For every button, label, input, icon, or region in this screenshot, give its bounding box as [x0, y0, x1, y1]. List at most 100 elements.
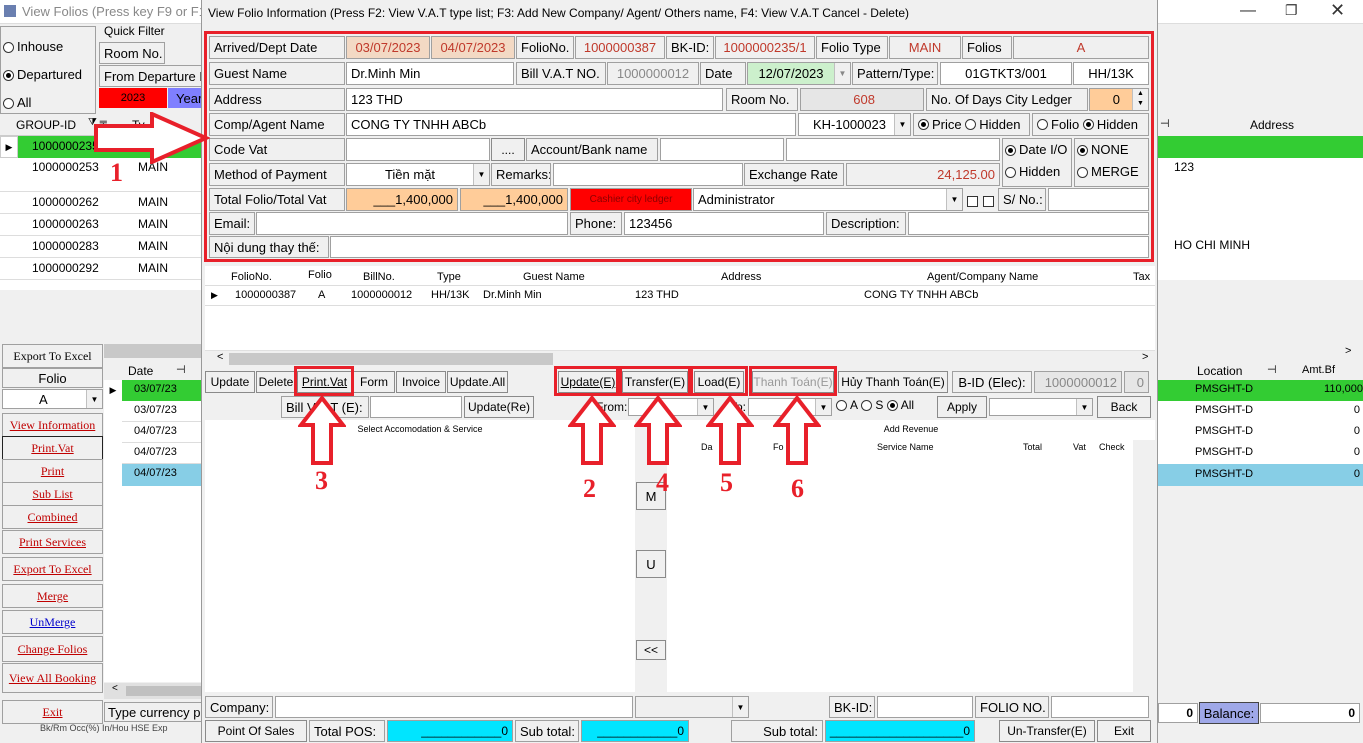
year-value[interactable]: 2023	[99, 88, 167, 108]
huy-thanh-toan-button[interactable]: Hủy Thanh Toán(E)	[838, 371, 948, 393]
move-left-button[interactable]: <<	[636, 640, 666, 660]
print-button[interactable]: Print	[2, 459, 103, 483]
col-address: Address	[721, 271, 762, 283]
row-date: 03/07/23	[122, 380, 204, 401]
table-row[interactable]: ▶ 1000000387 A 1000000012 HH/13K Dr.Minh…	[205, 286, 1155, 306]
col-group-id: GROUP-ID	[16, 118, 76, 132]
lower-grid-band	[104, 344, 204, 358]
row-type: MAIN	[138, 195, 168, 209]
total-pos-label: Total POS:	[309, 720, 385, 742]
from-departure-label: From Departure D	[99, 65, 203, 87]
view-information-button[interactable]: View Information	[2, 413, 103, 437]
sub-list-button[interactable]: Sub List	[2, 482, 103, 506]
radio-departured[interactable]: Departured	[3, 67, 82, 82]
row-pointer-icon: ▶	[0, 136, 18, 158]
bkid-bottom-field[interactable]	[877, 696, 973, 718]
col-amt-bf: Amt.Bf	[1302, 364, 1336, 376]
radio-a[interactable]	[836, 400, 847, 412]
col-total: Total	[1023, 442, 1043, 452]
invoice-button[interactable]: Invoice	[396, 371, 446, 393]
table-row[interactable]: 1000000292 MAIN	[0, 258, 204, 280]
change-folios-button[interactable]: Change Folios	[2, 636, 103, 662]
update-re-button[interactable]: Update(Re)	[464, 396, 534, 418]
update-button[interactable]: Update	[205, 371, 255, 393]
bid-elec-label: B-ID (Elec):	[952, 371, 1032, 393]
row-date: 03/07/23	[122, 401, 204, 422]
delete-button[interactable]: Delete	[256, 371, 296, 393]
exit-left-button[interactable]: Exit	[2, 700, 103, 724]
col-location: Location	[1197, 364, 1243, 378]
exit-button[interactable]: Exit	[1097, 720, 1151, 742]
u-button[interactable]: U	[636, 550, 666, 578]
radio-all-opt[interactable]	[886, 400, 898, 412]
unmerge-button[interactable]: UnMerge	[2, 610, 103, 634]
h-scrollbar[interactable]: <	[104, 683, 204, 699]
scroll-left-icon[interactable]: <	[112, 683, 118, 694]
folio-label: Folio	[2, 368, 103, 388]
back-button[interactable]: Back	[1097, 396, 1151, 418]
form-button[interactable]: Form	[353, 371, 395, 393]
update-all-button[interactable]: Update.All	[447, 371, 508, 393]
radio-inhouse[interactable]: Inhouse	[3, 39, 63, 54]
folio-grid-scrollbar[interactable]: < >	[205, 351, 1155, 367]
export-excel-button[interactable]: Export To Excel	[2, 557, 103, 581]
minimize-icon[interactable]: —	[1240, 2, 1256, 20]
group-rows: 1000000253 MAIN 1000000262 MAIN 1000000263…	[0, 158, 204, 290]
bid-elec-value-2: 0	[1124, 371, 1149, 393]
row-amt: 0	[1353, 468, 1360, 480]
radio-all[interactable]: All	[3, 95, 31, 110]
company-field[interactable]	[275, 696, 633, 718]
highlight-thanh-toan	[749, 366, 837, 396]
export-excel-top-button[interactable]: Export To Excel	[2, 344, 103, 368]
date-column: ▶ 03/07/23 03/07/23 04/07/23 04/07/23 04…	[104, 380, 204, 486]
close-icon[interactable]: ✕	[1330, 0, 1345, 21]
balance-left-value: 0	[1158, 703, 1198, 723]
bill-vat-e-field[interactable]	[370, 396, 462, 418]
col-folio-no: FolioNo.	[231, 271, 272, 283]
row-location: PMSGHT-D	[1195, 446, 1254, 458]
un-transfer-button[interactable]: Un-Transfer(E)	[999, 720, 1095, 742]
apply-select[interactable]: ▼	[989, 398, 1093, 416]
lower-grid-empty	[104, 486, 204, 682]
folio-select-value: A	[39, 391, 48, 407]
table-row[interactable]: 1000000262 MAIN	[0, 192, 204, 214]
company-select[interactable]: ▼	[635, 696, 749, 718]
folio-select[interactable]: A ▼	[2, 389, 103, 409]
pin-icon: ⊣	[1267, 364, 1277, 376]
scroll-thumb[interactable]	[229, 353, 553, 365]
print-services-button[interactable]: Print Services	[2, 530, 103, 554]
scroll-left-icon[interactable]: <	[217, 351, 223, 363]
scroll-right-icon[interactable]: >	[1345, 345, 1351, 357]
radio-s[interactable]	[861, 400, 873, 412]
point-of-sales-button[interactable]: Point Of Sales	[205, 720, 307, 742]
print-vat-button[interactable]: Print.Vat	[2, 436, 103, 460]
arrow-up-icon	[706, 395, 754, 465]
combined-button[interactable]: Combined	[2, 505, 103, 529]
annotation-6: 6	[791, 474, 804, 503]
footer-columns: Bk/Rm Occ(%) In/Hou HSE Exp	[40, 723, 168, 733]
row-group-id: 1000000283	[32, 239, 99, 253]
chevron-down-icon: ▼	[86, 390, 102, 408]
row-address: HO CHI MINH	[1174, 238, 1250, 252]
col-vat: Vat	[1073, 442, 1086, 452]
col-folio: Folio	[308, 269, 332, 281]
pin-icon: ⊣	[176, 364, 186, 376]
table-row[interactable]: 1000000283 MAIN	[0, 236, 204, 258]
restore-icon[interactable]: ❐	[1285, 2, 1298, 19]
folio-grid: FolioNo. Folio BillNo. Type Guest Name A…	[205, 266, 1155, 352]
scroll-right-icon[interactable]: >	[1142, 351, 1148, 363]
table-row[interactable]: 1000000263 MAIN	[0, 214, 204, 236]
merge-button[interactable]: Merge	[2, 584, 103, 608]
arrow-up-icon	[568, 395, 616, 465]
sub-total-2-label: Sub total:	[731, 720, 823, 742]
highlight-load-e	[690, 366, 748, 396]
row-address: 123 THD	[635, 289, 679, 301]
revenue-scrollbar[interactable]	[1133, 440, 1155, 692]
pin-icon: ⊣	[1160, 118, 1170, 130]
view-all-booking-button[interactable]: View All Booking	[2, 663, 103, 693]
highlight-print-vat	[294, 366, 354, 396]
apply-button[interactable]: Apply	[937, 396, 987, 418]
folio-no-bottom-field[interactable]	[1051, 696, 1149, 718]
col-agent-company: Agent/Company Name	[927, 271, 1039, 283]
row-type: MAIN	[138, 217, 168, 231]
